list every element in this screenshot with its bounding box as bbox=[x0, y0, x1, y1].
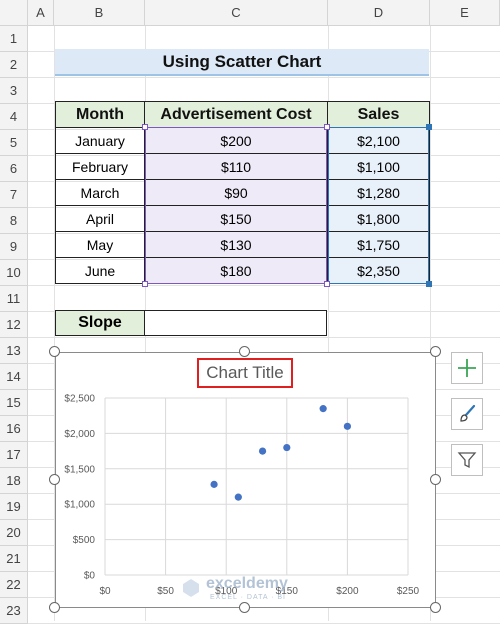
exceldemy-watermark: exceldemy EXCEL · DATA · BI bbox=[180, 575, 315, 605]
x-tick-label: $250 bbox=[397, 586, 420, 597]
y-tick-label: $1,000 bbox=[64, 500, 95, 511]
chart-filters-button[interactable] bbox=[451, 444, 483, 476]
data-point[interactable] bbox=[210, 480, 218, 488]
resize-handle-bottom-right[interactable] bbox=[430, 602, 441, 613]
y-tick-label: $1,500 bbox=[64, 464, 95, 475]
y-tick-label: $0 bbox=[84, 571, 96, 582]
y-tick-label: $500 bbox=[73, 535, 96, 546]
watermark-name: exceldemy bbox=[206, 575, 288, 592]
scatter-plot[interactable]: $0$500$1,000$1,500$2,000$2,500$0 $50 $100 $… bbox=[0, 0, 500, 621]
data-point[interactable] bbox=[283, 443, 291, 452]
chart-elements-button[interactable] bbox=[451, 352, 483, 384]
data-point[interactable] bbox=[234, 493, 242, 501]
exceldemy-logo-icon bbox=[183, 579, 199, 597]
chart-styles-button[interactable] bbox=[451, 398, 483, 430]
plus-icon bbox=[458, 359, 476, 377]
resize-handle-top-right[interactable] bbox=[430, 346, 441, 357]
x-tick-label: $200 bbox=[336, 586, 359, 597]
y-tick-label: $2,500 bbox=[64, 394, 95, 405]
resize-handle-middle-right[interactable] bbox=[430, 474, 441, 485]
data-point[interactable] bbox=[258, 447, 267, 455]
funnel-icon bbox=[457, 452, 477, 469]
paintbrush-icon bbox=[460, 404, 476, 422]
resize-handle-middle-left[interactable] bbox=[49, 474, 60, 485]
watermark-tagline: EXCEL · DATA · BI bbox=[210, 594, 286, 601]
resize-handle-bottom-left[interactable] bbox=[49, 602, 60, 613]
data-point[interactable] bbox=[319, 405, 327, 413]
x-tick-label: $50 bbox=[157, 586, 174, 597]
resize-handle-top-left[interactable] bbox=[49, 346, 60, 357]
resize-handle-top-center[interactable] bbox=[239, 346, 250, 357]
y-tick-label: $2,000 bbox=[64, 429, 95, 440]
data-point[interactable] bbox=[343, 422, 351, 430]
x-tick-label: $0 bbox=[99, 586, 111, 597]
